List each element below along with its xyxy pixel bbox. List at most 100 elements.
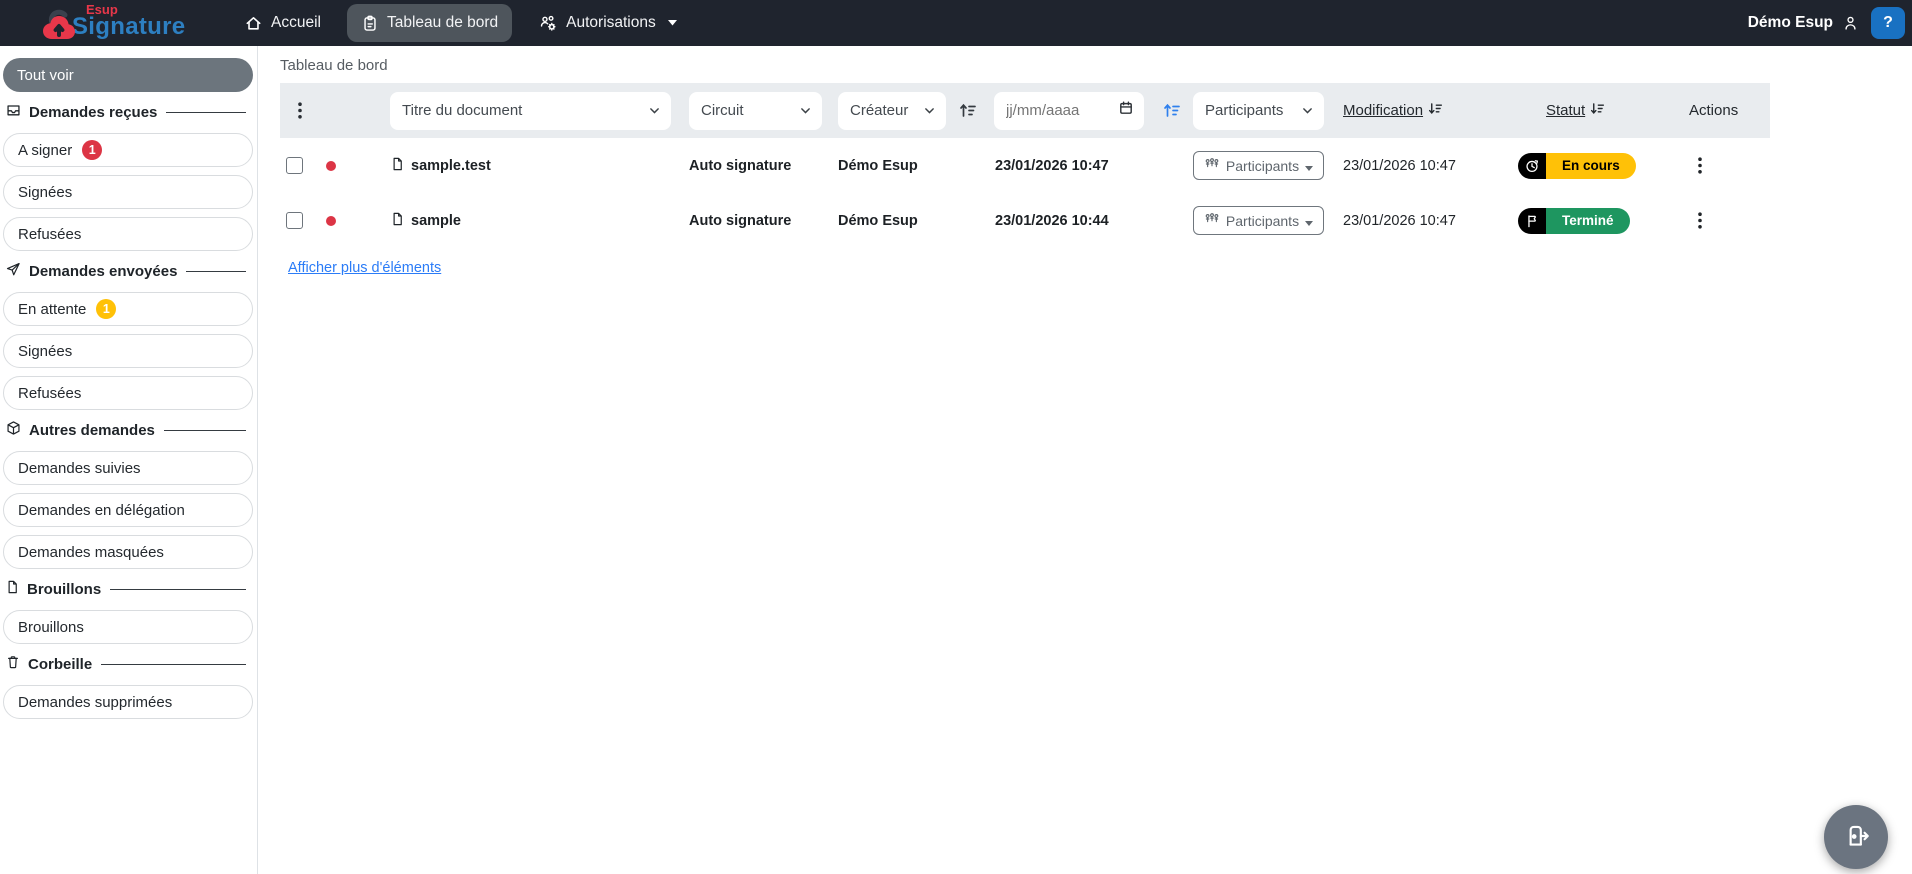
sidebar-item-label: Demandes supprimées — [18, 694, 172, 711]
logo-text: Esup Signature — [72, 3, 185, 39]
nav-item-accueil[interactable]: Accueil — [230, 4, 335, 42]
people-icon — [1204, 212, 1220, 229]
creation-date: 23/01/2026 10:47 — [995, 158, 1109, 174]
sort-date-active-icon[interactable] — [1161, 100, 1183, 121]
file-icon — [390, 156, 405, 176]
sidebar-item-brouillons[interactable]: Brouillons — [3, 610, 253, 644]
section-divider — [166, 112, 246, 114]
sidebar-item-demandes-suivies[interactable]: Demandes suivies — [3, 451, 253, 485]
row-select-checkbox[interactable] — [286, 157, 303, 174]
nav-menu: Accueil Tableau de bord Autorisations — [230, 4, 691, 42]
title-filter-select[interactable]: Titre du document — [390, 92, 671, 130]
send-icon — [5, 261, 22, 282]
help-button[interactable]: ? — [1871, 7, 1905, 39]
section-divider — [110, 589, 246, 591]
sort-icon — [1428, 101, 1443, 120]
sidebar-item-refusees[interactable]: Refusées — [3, 376, 253, 410]
logo-signature: Signature — [72, 15, 185, 39]
users-gear-icon — [538, 14, 558, 33]
row-actions-menu-button[interactable] — [1694, 208, 1706, 233]
document-title[interactable]: sample — [390, 211, 461, 231]
sidebar-item-refusees[interactable]: Refusées — [3, 217, 253, 251]
sidebar-item-signees[interactable]: Signées — [3, 175, 253, 209]
circuit-filter-select-wrap: Circuit — [689, 92, 822, 130]
sidebar-section-items: A signer1 Signées Refusées — [3, 133, 252, 251]
modification-date: 23/01/2026 10:47 — [1343, 158, 1456, 174]
sidebar-item-label: Signées — [18, 343, 72, 360]
people-icon — [1204, 157, 1220, 174]
sidebar-section-items: Demandes supprimées — [3, 685, 252, 719]
status-badge: En cours — [1518, 153, 1636, 179]
sidebar-item-label: Refusées — [18, 226, 81, 243]
sidebar-item-demandes-masquees[interactable]: Demandes masquées — [3, 535, 253, 569]
sidebar-item-label: Brouillons — [18, 619, 84, 636]
sort-modification-header[interactable]: Modification — [1343, 101, 1443, 120]
door-exit-icon — [1841, 821, 1871, 854]
cloud-lock-icon — [38, 7, 80, 48]
sidebar-section: Autres demandes Demandes suiviesDemandes… — [3, 420, 252, 569]
circuit-filter-select[interactable]: Circuit — [689, 92, 822, 130]
creation-date: 23/01/2026 10:44 — [995, 213, 1109, 229]
participants-filter-select-wrap: Participants — [1193, 92, 1324, 130]
creator-name: Démo Esup — [838, 213, 918, 229]
unread-dot — [326, 161, 336, 171]
creator-filter-select[interactable]: Créateur — [838, 92, 946, 130]
sidebar-item-label: En attente — [18, 301, 86, 318]
status-badge: Terminé — [1518, 208, 1630, 234]
sidebar-item-demandes-supprimees[interactable]: Demandes supprimées — [3, 685, 253, 719]
status-icon — [1518, 208, 1546, 234]
navbar-right: Démo Esup ? — [1748, 7, 1905, 39]
sidebar-item-tout-voir[interactable]: Tout voir — [3, 58, 253, 92]
sidebar-section-header: Demandes envoyées — [5, 261, 252, 282]
sidebar-section-header: Demandes reçues — [5, 102, 252, 123]
sidebar-section-header: Corbeille — [5, 654, 252, 675]
row-actions-menu-button[interactable] — [1694, 153, 1706, 178]
participants-filter-select[interactable]: Participants — [1193, 92, 1324, 130]
calendar-icon — [1118, 100, 1134, 121]
sidebar-item-demandes-en-delegation[interactable]: Demandes en délégation — [3, 493, 253, 527]
sidebar-section: Demandes envoyées En attente1 Signées Refu… — [3, 261, 252, 410]
clipboard-icon — [361, 14, 379, 33]
home-icon — [244, 14, 263, 33]
section-divider — [164, 430, 246, 432]
nav-item-autorisations[interactable]: Autorisations — [524, 4, 691, 42]
logout-fab-button[interactable] — [1824, 805, 1888, 869]
participants-dropdown-button[interactable]: Participants — [1193, 206, 1324, 235]
workflow-name: Auto signature — [689, 158, 791, 174]
show-more-link[interactable]: Afficher plus d'éléments — [288, 260, 441, 276]
person-icon — [1842, 14, 1859, 32]
sidebar-item-label: Demandes en délégation — [18, 502, 185, 519]
table-row: sample Auto signature Démo Esup 23/01/20… — [280, 193, 1770, 248]
sidebar-item-en-attente[interactable]: En attente1 — [3, 292, 253, 326]
caret-down-icon — [1305, 213, 1313, 229]
document-title[interactable]: sample.test — [390, 156, 491, 176]
inbox-icon — [5, 102, 22, 123]
top-navbar: Esup Signature Accueil Tableau de bord — [0, 0, 1912, 46]
user-name[interactable]: Démo Esup — [1748, 14, 1833, 32]
section-divider — [101, 664, 246, 666]
sidebar-item-label: Demandes suivies — [18, 460, 141, 477]
row-select-checkbox[interactable] — [286, 212, 303, 229]
sidebar-section-items: Brouillons — [3, 610, 252, 644]
main-content: Tableau de bord Titre du document — [258, 46, 1912, 874]
sidebar-item-label: Refusées — [18, 385, 81, 402]
nav-item-label: Autorisations — [566, 14, 656, 32]
bulk-actions-menu-button[interactable] — [294, 98, 306, 123]
sort-statut-header[interactable]: Statut — [1546, 101, 1605, 120]
nav-item-tableau-de-bord[interactable]: Tableau de bord — [347, 4, 512, 42]
sidebar-item-a-signer[interactable]: A signer1 — [3, 133, 253, 167]
participants-dropdown-button[interactable]: Participants — [1193, 151, 1324, 180]
nav-item-label: Tableau de bord — [387, 14, 498, 32]
sidebar-item-signees[interactable]: Signées — [3, 334, 253, 368]
workflow-name: Auto signature — [689, 213, 791, 229]
trash-icon — [5, 654, 21, 675]
sidebar-section: Brouillons Brouillons — [3, 579, 252, 644]
date-filter-input[interactable] — [1006, 102, 1118, 119]
sidebar-sections: Demandes reçues A signer1 Signées Refusées… — [3, 102, 252, 719]
sidebar-section: Demandes reçues A signer1 Signées Refusées — [3, 102, 252, 251]
table-row: sample.test Auto signature Démo Esup 23/… — [280, 138, 1770, 193]
app-logo[interactable]: Esup Signature — [38, 3, 228, 44]
sort-creation-date-icon[interactable] — [957, 100, 979, 121]
sidebar-item-label: A signer — [18, 142, 72, 159]
creator-name: Démo Esup — [838, 158, 918, 174]
